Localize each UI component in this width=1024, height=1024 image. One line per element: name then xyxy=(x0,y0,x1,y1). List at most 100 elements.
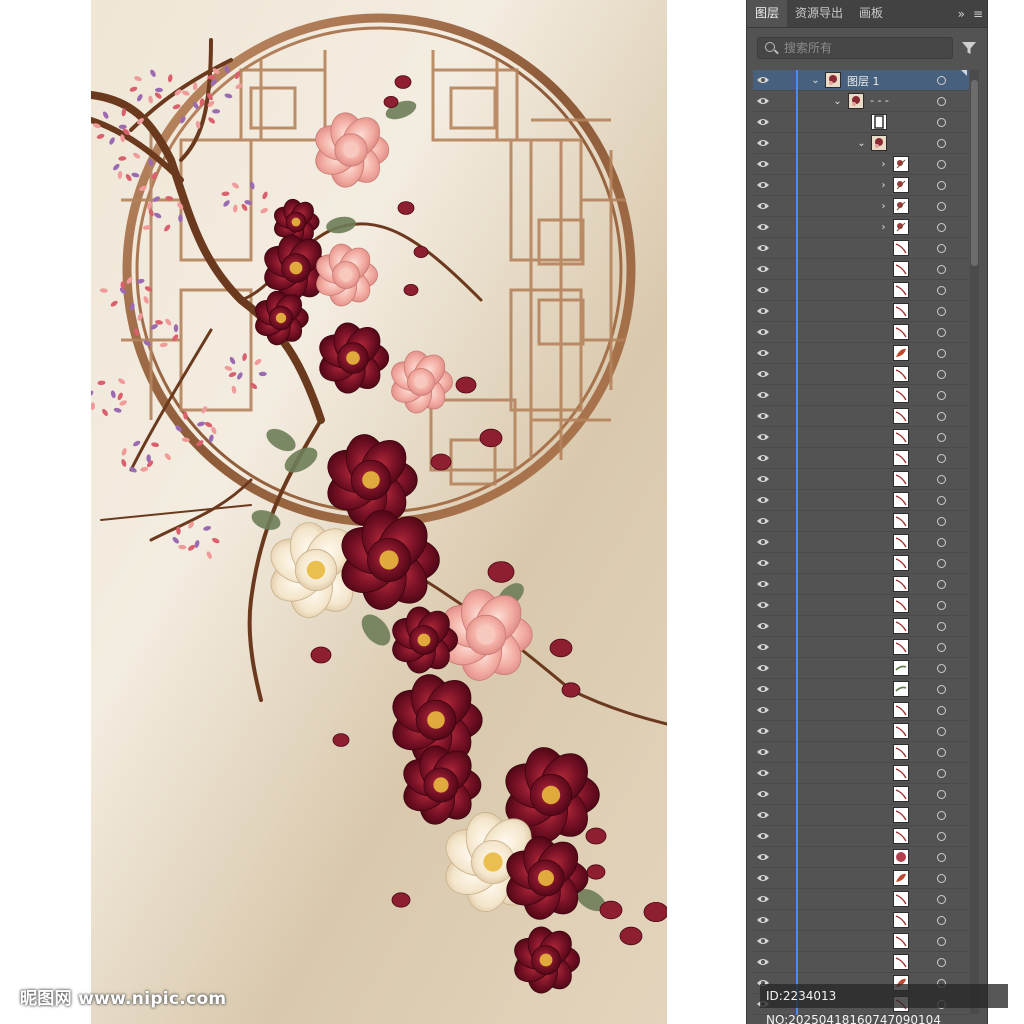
layer-row[interactable] xyxy=(753,784,969,805)
layer-row[interactable]: › xyxy=(753,175,969,196)
visibility-eye-icon[interactable] xyxy=(756,75,770,85)
layer-row[interactable] xyxy=(753,679,969,700)
layer-target-icon[interactable] xyxy=(937,118,946,127)
visibility-eye-icon[interactable] xyxy=(756,516,770,526)
chevron-down-icon[interactable]: ⌄ xyxy=(811,76,820,86)
visibility-eye-icon[interactable] xyxy=(756,222,770,232)
layer-target-icon[interactable] xyxy=(937,706,946,715)
visibility-eye-icon[interactable] xyxy=(756,600,770,610)
layer-target-icon[interactable] xyxy=(937,874,946,883)
visibility-eye-icon[interactable] xyxy=(756,873,770,883)
visibility-eye-icon[interactable] xyxy=(756,327,770,337)
layer-row[interactable] xyxy=(753,826,969,847)
layer-row[interactable] xyxy=(753,406,969,427)
layer-row[interactable] xyxy=(753,259,969,280)
layer-row[interactable] xyxy=(753,553,969,574)
layer-row[interactable] xyxy=(753,658,969,679)
visibility-eye-icon[interactable] xyxy=(756,810,770,820)
layer-target-icon[interactable] xyxy=(937,496,946,505)
layer-target-icon[interactable] xyxy=(937,517,946,526)
visibility-eye-icon[interactable] xyxy=(756,96,770,106)
tab-artboards[interactable]: 画板 xyxy=(851,0,891,27)
visibility-eye-icon[interactable] xyxy=(756,348,770,358)
layer-target-icon[interactable] xyxy=(937,937,946,946)
layer-target-icon[interactable] xyxy=(937,160,946,169)
layer-row[interactable]: ⌄ - - - xyxy=(753,91,969,112)
layer-target-icon[interactable] xyxy=(937,391,946,400)
layer-row[interactable]: › xyxy=(753,154,969,175)
layer-row[interactable]: ⌄ 图层 1 xyxy=(753,70,969,91)
chevron-right-icon[interactable]: › xyxy=(879,202,888,212)
visibility-eye-icon[interactable] xyxy=(756,936,770,946)
visibility-eye-icon[interactable] xyxy=(756,411,770,421)
layer-row[interactable] xyxy=(753,532,969,553)
visibility-eye-icon[interactable] xyxy=(756,705,770,715)
layer-row[interactable] xyxy=(753,322,969,343)
layer-row[interactable]: › xyxy=(753,196,969,217)
layer-target-icon[interactable] xyxy=(937,916,946,925)
visibility-eye-icon[interactable] xyxy=(756,789,770,799)
layer-row[interactable] xyxy=(753,448,969,469)
layer-target-icon[interactable] xyxy=(937,958,946,967)
visibility-eye-icon[interactable] xyxy=(756,180,770,190)
layer-row[interactable] xyxy=(753,280,969,301)
layer-target-icon[interactable] xyxy=(937,265,946,274)
layer-target-icon[interactable] xyxy=(937,559,946,568)
layer-target-icon[interactable] xyxy=(937,685,946,694)
visibility-eye-icon[interactable] xyxy=(756,894,770,904)
layer-row[interactable] xyxy=(753,490,969,511)
visibility-eye-icon[interactable] xyxy=(756,285,770,295)
layer-row[interactable] xyxy=(753,616,969,637)
layer-target-icon[interactable] xyxy=(937,580,946,589)
layer-target-icon[interactable] xyxy=(937,454,946,463)
layer-row[interactable] xyxy=(753,511,969,532)
layer-row[interactable] xyxy=(753,868,969,889)
layer-row[interactable] xyxy=(753,238,969,259)
layer-row[interactable] xyxy=(753,469,969,490)
visibility-eye-icon[interactable] xyxy=(756,537,770,547)
layer-row[interactable] xyxy=(753,595,969,616)
visibility-eye-icon[interactable] xyxy=(756,432,770,442)
layer-target-icon[interactable] xyxy=(937,601,946,610)
layer-row[interactable] xyxy=(753,343,969,364)
visibility-eye-icon[interactable] xyxy=(756,663,770,673)
visibility-eye-icon[interactable] xyxy=(756,159,770,169)
layer-row[interactable] xyxy=(753,889,969,910)
chevron-right-icon[interactable]: › xyxy=(879,223,888,233)
layer-row[interactable] xyxy=(753,700,969,721)
artwork-canvas[interactable] xyxy=(91,0,667,1024)
visibility-eye-icon[interactable] xyxy=(756,915,770,925)
layer-target-icon[interactable] xyxy=(937,727,946,736)
layer-target-icon[interactable] xyxy=(937,349,946,358)
layer-row[interactable] xyxy=(753,805,969,826)
layer-target-icon[interactable] xyxy=(937,748,946,757)
layer-row[interactable] xyxy=(753,952,969,973)
visibility-eye-icon[interactable] xyxy=(756,495,770,505)
layer-target-icon[interactable] xyxy=(937,328,946,337)
visibility-eye-icon[interactable] xyxy=(756,831,770,841)
layer-row[interactable] xyxy=(753,112,969,133)
scrollbar-thumb[interactable] xyxy=(971,80,978,266)
chevron-down-icon[interactable]: ⌄ xyxy=(857,139,866,149)
layer-row[interactable]: ⌄ xyxy=(753,133,969,154)
layer-row[interactable] xyxy=(753,301,969,322)
tab-asset-export[interactable]: 资源导出 xyxy=(787,0,851,27)
search-input[interactable] xyxy=(784,39,944,57)
layer-target-icon[interactable] xyxy=(937,139,946,148)
layer-target-icon[interactable] xyxy=(937,811,946,820)
visibility-eye-icon[interactable] xyxy=(756,579,770,589)
chevron-right-icon[interactable]: › xyxy=(879,160,888,170)
visibility-eye-icon[interactable] xyxy=(756,138,770,148)
visibility-eye-icon[interactable] xyxy=(756,474,770,484)
layer-target-icon[interactable] xyxy=(937,76,946,85)
layer-target-icon[interactable] xyxy=(937,832,946,841)
layer-target-icon[interactable] xyxy=(937,664,946,673)
visibility-eye-icon[interactable] xyxy=(756,768,770,778)
visibility-eye-icon[interactable] xyxy=(756,621,770,631)
layer-row[interactable] xyxy=(753,847,969,868)
layer-target-icon[interactable] xyxy=(937,202,946,211)
layer-name[interactable]: - - - xyxy=(870,94,889,107)
visibility-eye-icon[interactable] xyxy=(756,306,770,316)
layer-list-scrollbar[interactable] xyxy=(970,70,979,1014)
layer-row[interactable] xyxy=(753,742,969,763)
